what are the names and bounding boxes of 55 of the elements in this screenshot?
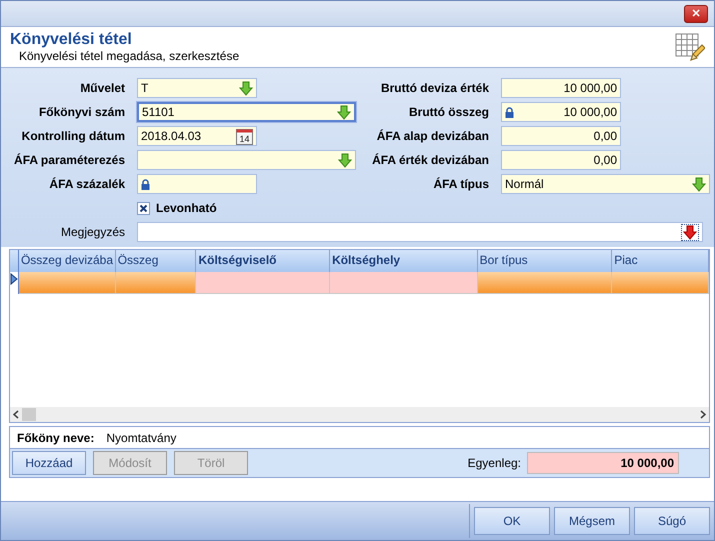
down-arrow-icon[interactable]	[337, 104, 351, 120]
lock-icon	[141, 178, 150, 190]
scroll-left-icon[interactable]	[13, 410, 19, 419]
lock-icon	[505, 106, 514, 118]
row-pointer-icon	[10, 272, 18, 286]
down-arrow-icon[interactable]	[692, 176, 706, 192]
field-label: Megjegyzés	[60, 225, 126, 239]
horizontal-scrollbar[interactable]	[10, 407, 709, 422]
dropdown-field[interactable]	[137, 150, 356, 170]
input-field[interactable]: 0,00	[501, 126, 621, 146]
table-cell[interactable]	[478, 272, 612, 294]
table-cell[interactable]	[612, 272, 709, 294]
checkbox-label: Levonható	[156, 201, 217, 215]
dropdown-field[interactable]: T	[137, 78, 257, 98]
date-field[interactable]: 2018.04.03 14	[137, 126, 257, 146]
dialog-button[interactable]: OK	[474, 507, 550, 535]
action-button[interactable]: Hozzáad	[12, 451, 86, 475]
scroll-right-icon[interactable]	[700, 410, 706, 419]
grid-pencil-icon	[675, 31, 705, 63]
checkbox[interactable]	[137, 202, 150, 214]
dialog-button[interactable]: Mégsem	[554, 507, 630, 535]
close-button[interactable]: ✕	[684, 4, 708, 22]
dialog-subtitle: Könyvelési tétel megadása, szerkesztése	[18, 49, 240, 63]
field-label: ÁFA százalék	[48, 177, 126, 191]
down-arrow-icon[interactable]	[683, 224, 697, 240]
note-field[interactable]	[137, 222, 703, 242]
input-field[interactable]: 0,00	[501, 150, 621, 170]
balance-field: 10 000,00	[527, 452, 679, 474]
field-label: ÁFA típus	[432, 177, 490, 191]
field-label: Bruttó deviza érték	[380, 81, 490, 95]
down-arrow-icon[interactable]	[338, 152, 352, 168]
table-cell[interactable]	[330, 272, 478, 294]
input-field[interactable]: 10 000,00	[501, 78, 621, 98]
field-label: ÁFA paraméterezés	[13, 153, 126, 167]
table-cell[interactable]	[19, 272, 116, 294]
input-field[interactable]	[137, 174, 257, 194]
ledger-label: Főköny neve:	[17, 430, 94, 444]
field-label: ÁFA érték devizában	[371, 153, 490, 167]
dropdown-field[interactable]: 51101	[137, 102, 356, 122]
field-label: Művelet	[79, 81, 126, 95]
dropdown-field[interactable]: Normál	[501, 174, 710, 194]
down-arrow-icon[interactable]	[239, 80, 253, 96]
scroll-thumb[interactable]	[22, 408, 36, 421]
table-cell[interactable]	[196, 272, 330, 294]
dialog-title: Könyvelési tétel	[10, 31, 133, 49]
field-label: Főkönyvi szám	[38, 105, 126, 119]
calendar-icon[interactable]: 14	[236, 128, 253, 144]
dialog-button[interactable]: Súgó	[634, 507, 710, 535]
field-label: Bruttó összeg	[408, 105, 490, 119]
input-field[interactable]: 10 000,00	[501, 102, 621, 122]
field-label: Kontrolling dátum	[20, 129, 126, 143]
table-cell[interactable]	[116, 272, 196, 294]
field-label: ÁFA alap devizában	[376, 129, 490, 143]
balance-label: Egyenleg:	[468, 456, 521, 470]
ledger-value: Nyomtatvány	[106, 430, 176, 444]
